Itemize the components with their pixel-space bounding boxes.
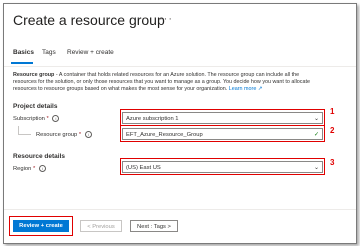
info-icon[interactable]: i	[38, 165, 46, 172]
required-asterisk: *	[46, 116, 49, 123]
resource-group-label-text: Resource group	[36, 132, 78, 139]
learn-more-link[interactable]: Learn more ↗	[229, 86, 263, 92]
hierarchy-connector	[18, 126, 31, 135]
description-term: Resource group	[13, 72, 55, 78]
annotation-number-2: 2	[330, 126, 335, 135]
create-resource-group-panel: Create a resource group ··· Basics Tags …	[3, 3, 357, 244]
page-title: Create a resource group	[13, 12, 165, 28]
subscription-label-text: Subscription	[13, 116, 45, 123]
subscription-label: Subscription * i	[13, 115, 60, 123]
annotation-number-3: 3	[330, 158, 335, 167]
learn-more-label: Learn more	[228, 86, 257, 92]
footer-divider	[4, 209, 356, 210]
tab-tags[interactable]: Tags	[42, 49, 56, 56]
annotation-box-2	[120, 125, 325, 142]
resource-details-heading: Resource details	[13, 153, 66, 160]
region-label-text: Region	[13, 166, 32, 173]
region-label: Region * i	[13, 165, 46, 172]
tab-review-create[interactable]: Review + create	[67, 49, 114, 56]
annotation-number-1: 1	[330, 107, 335, 116]
resource-group-label: Resource group * i	[36, 131, 92, 138]
tab-divider	[4, 66, 356, 67]
active-tab-indicator	[11, 62, 33, 64]
tab-basics-label: Basics	[13, 49, 34, 56]
info-icon[interactable]: i	[84, 131, 92, 138]
required-asterisk: *	[33, 166, 36, 173]
annotation-box-review	[9, 216, 73, 236]
tab-basics[interactable]: Basics	[11, 49, 34, 64]
project-details-heading: Project details	[13, 103, 58, 110]
next-tags-button[interactable]: Next : Tags >	[130, 220, 178, 232]
annotation-box-1	[120, 109, 325, 126]
description-text: Resource group - A container that holds …	[13, 72, 313, 93]
annotation-box-3	[120, 158, 325, 175]
external-link-icon: ↗	[257, 86, 263, 92]
more-menu-icon[interactable]: ···	[159, 13, 173, 25]
previous-button[interactable]: < Previous	[80, 220, 122, 232]
description-body: - A container that holds related resourc…	[13, 72, 310, 92]
required-asterisk: *	[78, 132, 82, 139]
info-icon[interactable]: i	[52, 115, 60, 122]
